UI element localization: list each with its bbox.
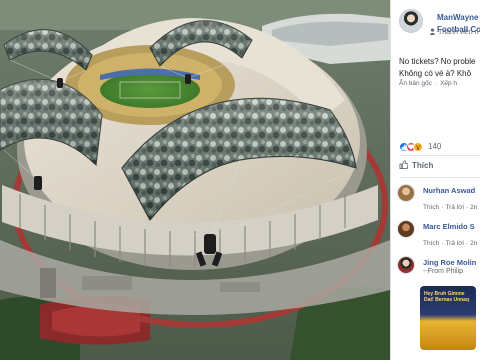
member-badge: Thành viên n [429,28,478,36]
commenter-avatar[interactable] [397,256,415,274]
divider [399,177,480,178]
thumbs-up-icon [399,160,409,169]
stadium-image [0,0,390,360]
commenter-name[interactable]: Nurhan Aswad [423,186,475,195]
member-badge-text: Thành viên n [438,29,479,36]
reaction-count[interactable]: 140 [428,142,441,151]
comment-like-link[interactable]: Thích [423,240,439,247]
post-text: No tickets? No proble Không có vé à? Khô [399,56,480,80]
commenter-name[interactable]: Marc Elmido S [423,222,475,231]
like-button-label[interactable]: Thích [412,161,433,170]
comment-reply-link[interactable]: Trả lời [445,240,463,247]
comment-time[interactable]: 2n [470,240,477,247]
divider [399,155,480,156]
comment-time[interactable]: 2n [470,204,477,211]
comment-text: --From Philip [423,268,464,275]
comment-attachment-image[interactable]: Hey Bruh Gimme Dat! Bernas Unnaq [420,286,476,350]
wow-icon [413,141,423,152]
post-photo[interactable] [0,0,390,360]
comment-meta: Thích · Trả lời · 2n [423,240,478,247]
comment-like-link[interactable]: Thích [423,204,439,211]
translation-actions: Ẩn bản gốc · Xếp h [399,80,458,87]
rate-translation-link[interactable]: Xếp h [440,80,457,87]
page-avatar[interactable] [399,9,423,33]
commenter-avatar[interactable] [397,220,415,238]
comment-reply-link[interactable]: Trả lời [445,204,463,211]
commenter-avatar[interactable] [397,184,415,202]
post-text-line-1: No tickets? No proble [399,57,476,66]
see-original-link[interactable]: Ẩn bản gốc [399,80,432,87]
like-button[interactable]: Thích [399,160,433,174]
comment-item: Marc Elmido S Thích · Trả lời · 2n [397,220,480,252]
attachment-caption: Hey Bruh Gimme Dat! Bernas Unnaq [424,291,470,303]
group-member-icon [429,28,436,35]
post-text-line-2: Không có vé à? Khô [399,69,472,78]
comment-item: Nurhan Aswad Thích · Trả lời · 2n [397,184,480,216]
commenter-name[interactable]: Jing Roe Molin [423,258,476,267]
reaction-summary[interactable]: 140 [399,138,441,152]
comment-item: Jing Roe Molin --From Philip [397,256,480,288]
page-name-line-1[interactable]: ManWayne S [437,12,480,24]
comment-meta: Thích · Trả lời · 2n [423,204,478,211]
